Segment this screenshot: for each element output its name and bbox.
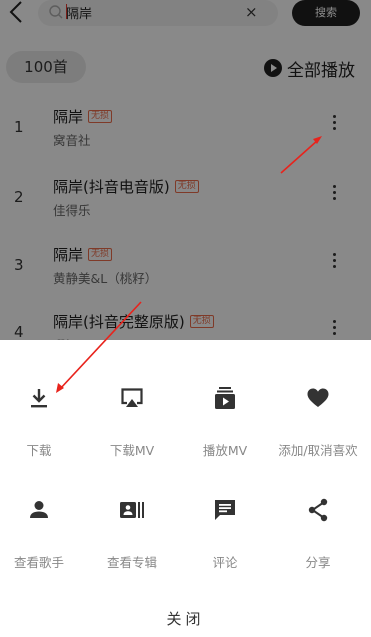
mv-play-icon — [215, 387, 235, 409]
song-actions-sheet: 下载 下载MV 播放MV 添加/取消喜欢 查看歌手 查看专辑 评论 分享 关闭 — [0, 340, 371, 637]
like-toggle-label: 添加/取消喜欢 — [278, 443, 358, 458]
person-icon — [30, 501, 48, 518]
share-label: 分享 — [305, 555, 331, 570]
download-icon — [31, 389, 47, 408]
close-sheet-button[interactable]: 关闭 — [0, 604, 371, 634]
album-icon — [120, 502, 144, 518]
like-toggle-button[interactable]: 添加/取消喜欢 — [272, 385, 364, 465]
search-results-page: 隔岸 × 搜索 100首 全部播放 1 隔岸 无损 窝音社 2 隔岸(抖音电音版… — [0, 0, 371, 340]
comment-icon — [215, 500, 235, 520]
heart-icon — [307, 388, 329, 407]
share-icon — [308, 498, 328, 522]
modal-backdrop[interactable] — [0, 0, 371, 340]
share-button[interactable]: 分享 — [272, 497, 364, 577]
airplay-icon — [121, 388, 143, 407]
